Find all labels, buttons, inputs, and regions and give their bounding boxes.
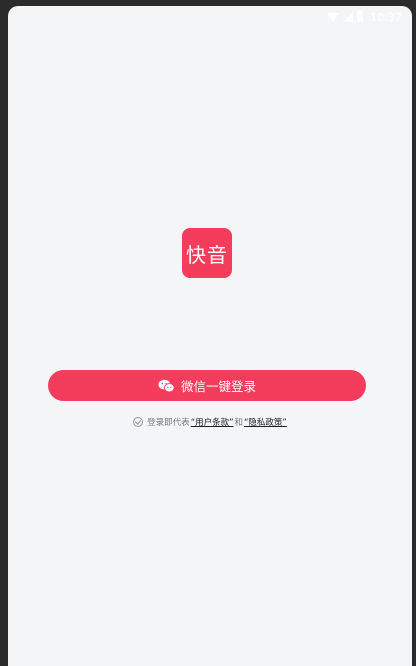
wechat-icon xyxy=(158,379,175,392)
signal-icon xyxy=(343,12,354,22)
wifi-icon xyxy=(327,12,340,22)
privacy-policy-link[interactable]: “隐私政策” xyxy=(244,416,287,428)
status-time: 10:37 xyxy=(370,10,402,24)
app-logo: 快音 xyxy=(182,228,232,278)
user-terms-link[interactable]: “用户条款” xyxy=(191,416,234,428)
terms-prefix: 登录即代表 xyxy=(147,418,190,428)
login-button-label: 微信一键登录 xyxy=(180,379,256,394)
terms-agreement: 登录即代表 “用户条款” 和 “隐私政策” xyxy=(8,416,412,428)
terms-conjunction: 和 xyxy=(234,418,244,428)
wechat-login-button[interactable]: 微信一键登录 xyxy=(48,370,366,401)
battery-icon xyxy=(357,10,364,22)
status-bar: 10:37 xyxy=(8,6,412,28)
app-screen: 10:37 快音 微信一键登录 登录即代表 “用户条款” 和 “隐私政策” xyxy=(8,6,412,666)
agree-check-icon[interactable] xyxy=(133,417,144,427)
